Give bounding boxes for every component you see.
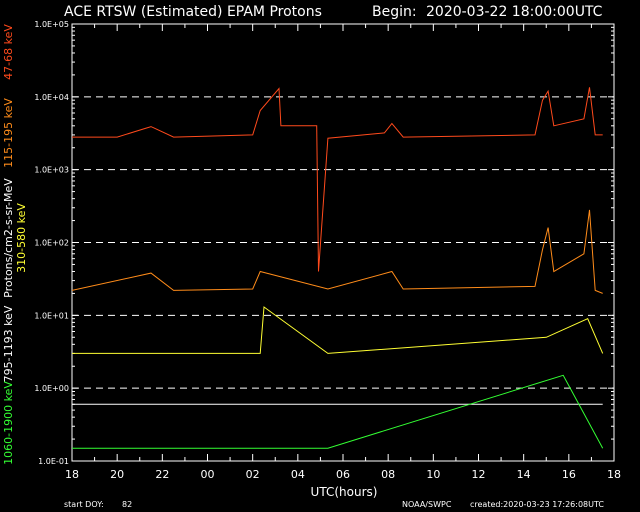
legend-ch1: 47-68 keV (2, 24, 15, 80)
begin-value: 2020-03-22 18:00:00UTC (426, 4, 603, 20)
x-tick-label-2: 22 (155, 468, 169, 481)
chart-title: ACE RTSW (Estimated) EPAM Protons (64, 4, 322, 20)
legend-ch3: 310-580 keV (15, 203, 28, 273)
x-tick-label-7: 08 (381, 468, 395, 481)
x-tick-label-6: 06 (336, 468, 350, 481)
legend-ch2: 115-195 keV (2, 98, 15, 168)
y-axis-title: Protons/cm2-s-sr-MeV (2, 178, 15, 298)
y-tick-label-6: 1.0E+05 (34, 20, 69, 29)
x-tick-label-10: 14 (517, 468, 531, 481)
x-tick-label-0: 18 (65, 468, 79, 481)
x-tick-label-11: 16 (562, 468, 576, 481)
x-axis-title: UTC(hours) (311, 485, 378, 499)
x-tick-label-12: 18 (607, 468, 621, 481)
x-tick-label-1: 20 (110, 468, 124, 481)
x-tick-label-9: 12 (472, 468, 486, 481)
x-tick-label-5: 04 (291, 468, 305, 481)
y-tick-label-2: 1.0E+01 (34, 311, 69, 320)
x-tick-label-3: 00 (201, 468, 215, 481)
y-tick-label-5: 1.0E+04 (34, 93, 69, 102)
y-tick-label-1: 1.0E+00 (34, 384, 69, 393)
start-doy-value: 82 (122, 500, 132, 509)
created-text: created:2020-03-23 17:26:08UTC (470, 500, 604, 509)
y-tick-label-4: 1.0E+03 (34, 166, 69, 175)
y-tick-label-0: 1.0E-01 (38, 457, 69, 466)
start-doy-label: start DOY: (64, 500, 104, 509)
x-tick-label-4: 02 (246, 468, 260, 481)
credit-text: NOAA/SWPC (402, 500, 452, 509)
x-tick-label-8: 10 (426, 468, 440, 481)
legend-ch4: 795-1193 keV (2, 305, 15, 382)
begin-label: Begin: (372, 4, 417, 20)
y-tick-label-3: 1.0E+02 (34, 239, 69, 248)
legend-ch5: 1060-1900 keV (2, 381, 15, 465)
epam-protons-chart: ACE RTSW (Estimated) EPAM Protons Begin:… (0, 0, 640, 512)
